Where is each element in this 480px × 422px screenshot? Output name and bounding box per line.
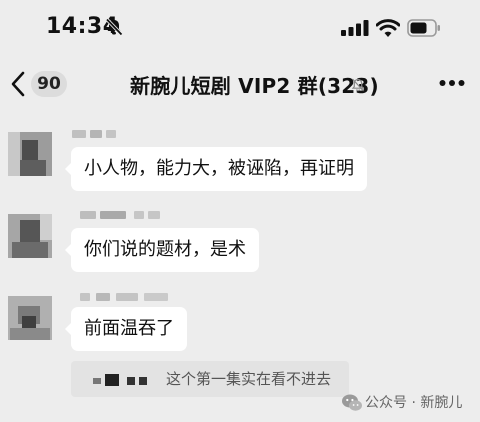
sender-name — [80, 211, 164, 219]
quoted-text: 这个第一集实在看不进去 — [166, 370, 332, 388]
cellular-signal-icon — [341, 20, 369, 36]
quoted-message[interactable]: 这个第一集实在看不进去 — [71, 361, 349, 397]
avatar[interactable] — [8, 132, 52, 176]
chevron-left-icon[interactable] — [10, 71, 26, 97]
watermark-text: 公众号 · 新腕儿 — [365, 395, 463, 411]
bell-slash-icon — [105, 18, 123, 36]
more-dots-icon[interactable] — [439, 78, 465, 88]
message-bubble[interactable]: 小人物，能力大，被诬陷，再证明 — [65, 147, 367, 191]
unread-count-badge[interactable]: 90 — [31, 71, 67, 97]
message-bubble[interactable]: 前面温吞了 — [65, 307, 187, 351]
sender-name — [80, 293, 172, 301]
sender-name — [72, 130, 122, 138]
member-count: (323) — [317, 74, 379, 98]
chat-title[interactable]: 新腕儿短剧 VIP2 群(323) — [130, 70, 379, 99]
avatar[interactable] — [8, 296, 52, 340]
avatar[interactable] — [8, 214, 52, 258]
group-name: 新腕儿短剧 VIP2 群 — [130, 74, 318, 98]
battery-icon — [407, 19, 440, 37]
quoted-sender-name — [93, 374, 153, 386]
message-bubble[interactable]: 你们说的题材，是术 — [65, 228, 259, 272]
status-bar: 14:34 — [0, 0, 480, 58]
wifi-icon — [376, 19, 400, 37]
wechat-official-account-icon — [342, 394, 362, 411]
chat-header: 90 新腕儿短剧 VIP2 群(323) — [0, 58, 480, 110]
bell-slash-icon — [351, 78, 365, 92]
